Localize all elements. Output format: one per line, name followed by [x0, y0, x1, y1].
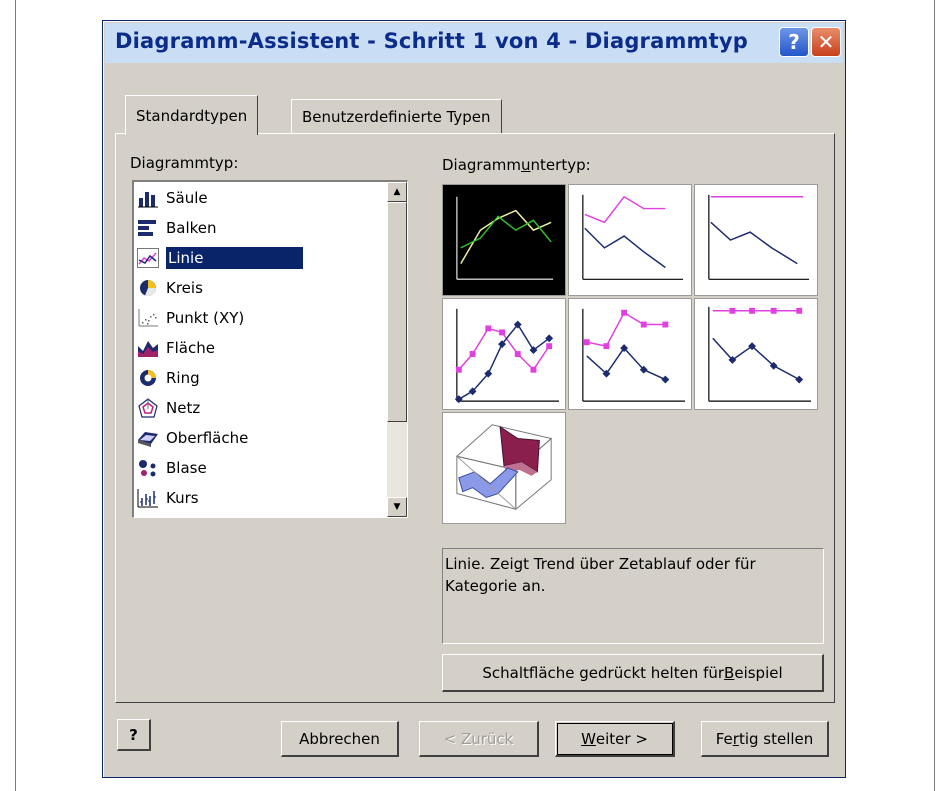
- chart-type-label-rest: rammtyp:: [164, 154, 239, 172]
- chart-type-listbox[interactable]: Säule Balken Linie Kreis Punkt (XY) Fläc…: [132, 180, 408, 518]
- finish-button-rest: tig stellen: [738, 729, 814, 748]
- press-and-hold-preview-button[interactable]: Schaltfläche gedrückt helten für Beispie…: [442, 654, 824, 692]
- list-item-label: Blase: [166, 459, 207, 477]
- stacked-markers-subtype-preview: [582, 308, 685, 402]
- preview-button-text: Schaltfläche gedrückt helten für: [482, 663, 725, 682]
- line-subtype-preview: [456, 196, 554, 281]
- tab-custom-types[interactable]: Benutzerdefinierte Typen: [291, 99, 502, 133]
- close-icon: ✕: [817, 30, 835, 54]
- subtype-100-stacked-line-markers[interactable]: [694, 298, 818, 410]
- radar-chart-icon: [136, 397, 160, 419]
- finish-button-text: Fe: [715, 729, 733, 748]
- list-item-bubble[interactable]: Blase: [136, 453, 388, 483]
- stacked-line-subtype-preview: [582, 194, 684, 280]
- list-item-line[interactable]: Linie: [136, 243, 388, 273]
- list-item-label: Linie: [166, 247, 304, 269]
- list-item-label: Säule: [166, 189, 208, 207]
- tab-panel: Diagrammtyp: Säule Balken Linie Kreis Pu…: [115, 133, 835, 703]
- subtype-stacked-line[interactable]: [568, 184, 692, 296]
- list-item-surface[interactable]: Oberfläche: [136, 423, 388, 453]
- title-bar: Diagramm-Assistent - Schritt 1 von 4 - D…: [105, 23, 843, 63]
- pie-chart-icon: [136, 277, 160, 299]
- preview-button-mnemonic: B: [724, 663, 735, 682]
- subtype-line[interactable]: [442, 184, 566, 296]
- bar-chart-icon: [136, 217, 160, 239]
- next-button-mnemonic: W: [581, 729, 596, 748]
- list-scrollbar[interactable]: ▲ ▼: [387, 182, 407, 517]
- list-item-doughnut[interactable]: Ring: [136, 363, 388, 393]
- tab-standard-types[interactable]: Standardtypen: [125, 95, 259, 135]
- arrow-down-icon: ▼: [393, 502, 401, 512]
- help-icon: ?: [129, 725, 138, 744]
- line-chart-icon: [136, 247, 160, 269]
- cancel-button[interactable]: Abbrechen: [281, 721, 399, 757]
- list-item-label: Punkt (XY): [166, 309, 245, 327]
- finish-button[interactable]: Fe r tig stellen: [701, 721, 829, 757]
- subtype-stacked-line-markers[interactable]: [568, 298, 692, 410]
- area-chart-icon: [136, 337, 160, 359]
- dialog-title: Diagramm-Assistent - Schritt 1 von 4 - D…: [115, 29, 748, 53]
- list-item-radar[interactable]: Netz: [136, 393, 388, 423]
- chart-wizard-dialog: Diagramm-Assistent - Schritt 1 von 4 - D…: [102, 20, 846, 778]
- subtype-100-stacked-line[interactable]: [694, 184, 818, 296]
- close-button[interactable]: ✕: [811, 27, 841, 57]
- list-item-pie[interactable]: Kreis: [136, 273, 388, 303]
- subtype-line-with-markers[interactable]: [442, 298, 566, 410]
- line-markers-subtype-preview: [454, 308, 559, 404]
- subtype-label: Diagrammuntertyp:: [442, 156, 591, 174]
- list-item-label: Kurs: [166, 489, 199, 507]
- scatter-chart-icon: [136, 307, 160, 329]
- chart-type-label-text: Dia: [130, 154, 155, 172]
- subtype-3d-line[interactable]: [442, 412, 566, 524]
- bubble-chart-icon: [136, 457, 160, 479]
- list-item-stock[interactable]: Kurs: [136, 483, 388, 513]
- list-item-label: Ring: [166, 369, 200, 387]
- percent-markers-subtype-preview: [708, 306, 811, 402]
- subtype-label-mnemonic: u: [521, 156, 531, 174]
- column-chart-icon: [136, 187, 160, 209]
- question-mark-icon: ?: [788, 30, 800, 54]
- preview-button-rest: eispiel: [734, 663, 783, 682]
- list-item-scatter[interactable]: Punkt (XY): [136, 303, 388, 333]
- next-button-label: eiter >: [595, 729, 648, 748]
- arrow-up-icon: ▲: [393, 187, 401, 197]
- stock-chart-icon: [136, 487, 160, 509]
- chart-type-label: Diagrammtyp:: [130, 154, 238, 172]
- list-item-label: Kreis: [166, 279, 203, 297]
- list-item-column[interactable]: Säule: [136, 183, 388, 213]
- subtype-label-rest: ntertyp:: [530, 156, 591, 174]
- back-button[interactable]: < Zurück: [419, 721, 539, 757]
- doughnut-chart-icon: [136, 367, 160, 389]
- office-assistant-help-button[interactable]: ?: [117, 719, 151, 751]
- list-item-label: Fläche: [166, 339, 215, 357]
- list-item-label: Oberfläche: [166, 429, 249, 447]
- scroll-thumb[interactable]: [387, 202, 407, 422]
- surface-chart-icon: [136, 427, 160, 449]
- scroll-down-button[interactable]: ▼: [387, 497, 407, 517]
- percent-stacked-line-subtype-preview: [708, 194, 810, 280]
- scroll-up-button[interactable]: ▲: [387, 182, 407, 202]
- list-item-area[interactable]: Fläche: [136, 333, 388, 363]
- subtype-description: Linie. Zeigt Trend über Zetablauf oder f…: [442, 548, 824, 644]
- list-item-label: Balken: [166, 219, 217, 237]
- list-item-bar[interactable]: Balken: [136, 213, 388, 243]
- next-button[interactable]: Weiter >: [555, 721, 675, 757]
- list-item-label: Netz: [166, 399, 201, 417]
- help-button[interactable]: ?: [779, 27, 809, 57]
- subtype-label-text: Diagramm: [442, 156, 522, 174]
- 3d-line-subtype-preview: [455, 424, 553, 511]
